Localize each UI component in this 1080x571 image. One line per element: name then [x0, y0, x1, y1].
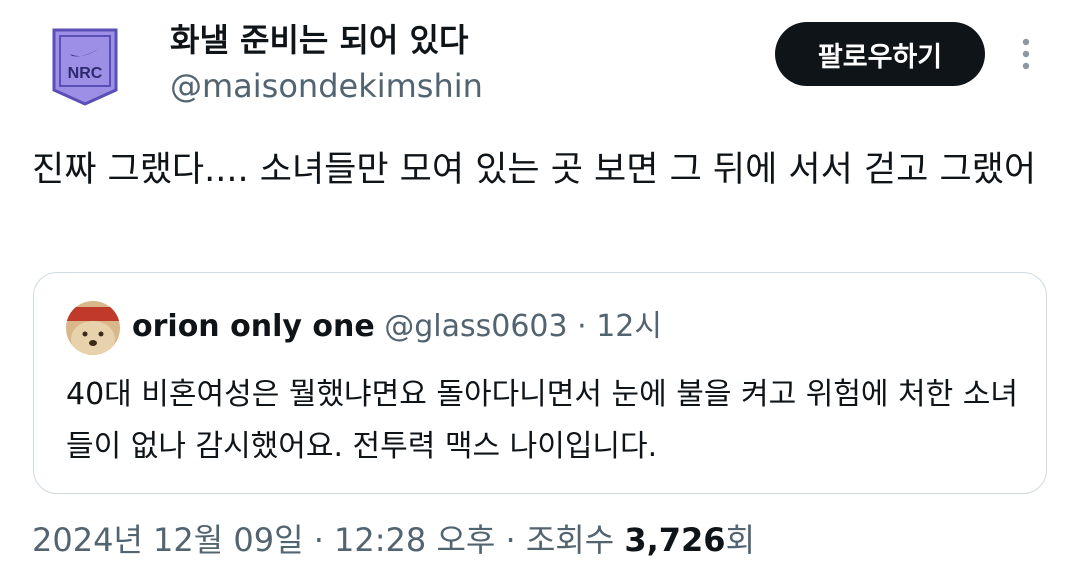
nrc-badge-icon: NRC	[52, 28, 118, 106]
views-suffix: 회	[725, 521, 756, 559]
quote-header: orion only one @glass0603 · 12시	[132, 305, 662, 349]
author-handle[interactable]: @maisondekimshin	[170, 64, 483, 108]
quote-author-meta: @glass0603 · 12시	[384, 309, 662, 344]
tweet-meta: 2024년 12월 09일 · 12:28 오후 · 조회수 3,726회	[32, 518, 755, 562]
quote-author-avatar[interactable]	[66, 301, 120, 355]
avatar-text: NRC	[68, 65, 103, 82]
tweet-datetime[interactable]: 2024년 12월 09일 · 12:28 오후 · 조회수	[32, 521, 624, 559]
more-vertical-icon	[1022, 38, 1030, 70]
dog-photo-icon	[66, 301, 120, 355]
follow-button[interactable]: 팔로우하기	[775, 22, 985, 86]
tweet-text: 진짜 그랬다.... 소녀들만 모여 있는 곳 보면 그 뒤에 서서 걷고 그랬…	[32, 150, 1037, 190]
author-display-name[interactable]: 화낼 준비는 되어 있다	[170, 18, 483, 62]
author-avatar[interactable]: NRC	[52, 28, 118, 106]
tweet-detail: NRC 화낼 준비는 되어 있다 @maisondekimshin 팔로우하기 …	[0, 0, 1080, 571]
views-count: 3,726	[624, 521, 726, 559]
author-info: 화낼 준비는 되어 있다 @maisondekimshin	[170, 18, 483, 108]
quote-author-name[interactable]: orion only one	[132, 309, 375, 344]
more-options-button[interactable]	[1008, 34, 1044, 74]
quoted-tweet-card[interactable]: orion only one @glass0603 · 12시 40대 비혼여성…	[33, 272, 1047, 494]
quote-text: 40대 비혼여성은 뭘했냐면요 돌아다니면서 눈에 불을 켜고 위험에 처한 소…	[66, 377, 1018, 464]
